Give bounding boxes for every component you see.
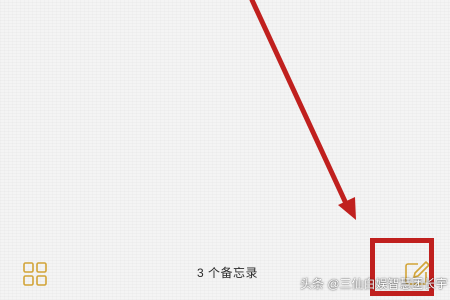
compose-icon bbox=[405, 261, 430, 285]
compose-note-button[interactable] bbox=[402, 258, 432, 288]
gallery-view-button[interactable] bbox=[22, 261, 48, 287]
notes-count-label: 3 个备忘录 bbox=[196, 266, 258, 280]
notes-screen: 3 个备忘录 头条 @三仙白娱智慧团长宇 bbox=[0, 0, 450, 300]
bottom-toolbar: 3 个备忘录 bbox=[0, 248, 450, 300]
grid-icon bbox=[23, 262, 47, 286]
